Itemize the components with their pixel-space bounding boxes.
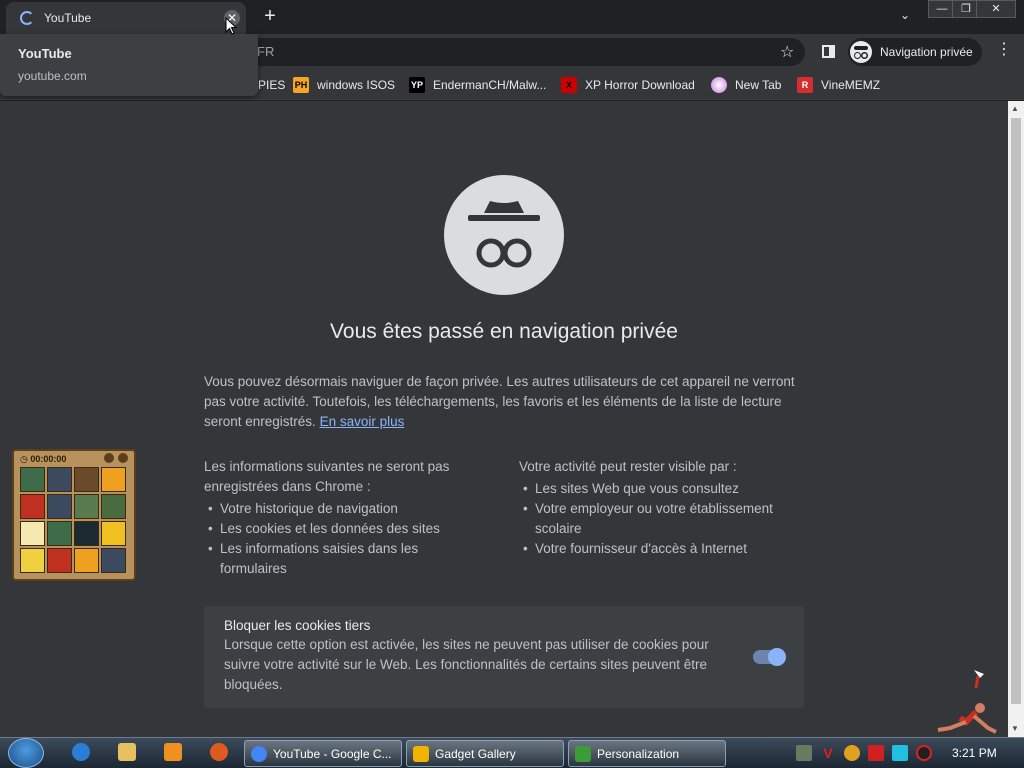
list-item: Les cookies et les données des sites [204, 519, 479, 539]
list-item: Les informations saisies dans les formul… [204, 539, 479, 579]
scroll-up-arrow-icon[interactable]: ▲ [1011, 104, 1019, 113]
page-title: Vous êtes passé en navigation privée [330, 320, 678, 343]
puzzle-tile[interactable] [101, 521, 126, 546]
puzzle-tile[interactable] [20, 521, 45, 546]
puzzle-tile[interactable] [20, 548, 45, 573]
shuffle-icon[interactable] [118, 453, 128, 463]
list-item: Les sites Web que vous consultez [519, 479, 794, 499]
puzzle-tile[interactable] [74, 467, 99, 492]
puzzle-tile[interactable] [47, 494, 72, 519]
incognito-label: Navigation privée [880, 45, 973, 59]
cookie-block-title: Bloquer les cookies tiers [224, 618, 371, 633]
window-close-button[interactable]: ✕ [976, 0, 1016, 18]
tray-app-icon[interactable] [796, 745, 812, 761]
taskbar-clock[interactable]: 3:21 PM [952, 746, 997, 760]
personalization-icon [575, 745, 591, 762]
puzzle-tile[interactable] [47, 467, 72, 492]
yp-icon: YP [409, 77, 425, 93]
tray-network-icon[interactable] [892, 745, 908, 761]
visible-to-title: Votre activité peut rester visible par : [519, 459, 737, 474]
internet-explorer-icon[interactable] [72, 743, 90, 761]
scrollbar-thumb[interactable] [1011, 118, 1021, 704]
address-bar[interactable]: FR [245, 38, 805, 66]
hover-card-title: YouTube [18, 46, 72, 61]
learn-more-link[interactable]: En savoir plus [320, 414, 405, 429]
taskbar-button-personalization[interactable]: Personalization [568, 740, 726, 767]
bookmark-item[interactable]: New Tab [711, 76, 781, 94]
animated-runner-figure [937, 670, 997, 734]
mouse-cursor-icon [225, 17, 237, 35]
taskbar-button-chrome[interactable]: YouTube - Google C... [244, 740, 402, 767]
tab-title: YouTube [44, 11, 92, 25]
loading-spinner-icon [20, 11, 34, 25]
ph-icon: PH [293, 77, 309, 93]
tab-search-chevron-icon[interactable]: ⌄ [896, 8, 914, 26]
start-button[interactable] [8, 738, 44, 768]
hover-card-url: youtube.com [18, 69, 87, 83]
list-item: Votre fournisseur d'accès à Internet [519, 539, 794, 559]
puzzle-tile[interactable] [47, 521, 72, 546]
tab-hover-card: YouTube youtube.com [0, 34, 258, 96]
cookie-toggle-switch[interactable] [768, 648, 786, 666]
new-tab-button[interactable]: + [260, 6, 280, 26]
tray-v-icon[interactable]: V [820, 745, 836, 761]
list-item: Votre historique de navigation [204, 499, 479, 519]
not-saved-section: Les informations suivantes ne seront pas… [204, 457, 479, 579]
x-icon: X [561, 77, 577, 93]
cookie-block-card: Bloquer les cookies tiers Lorsque cette … [204, 606, 804, 708]
media-player-icon[interactable] [164, 743, 182, 761]
paint-icon[interactable] [210, 743, 228, 761]
picture-puzzle-gadget[interactable]: ◷ 00:00:00 [12, 449, 136, 581]
puzzle-tile[interactable] [20, 494, 45, 519]
taskbar-button-gadget-gallery[interactable]: Gadget Gallery [406, 740, 564, 767]
gadget-icon [413, 745, 429, 762]
puzzle-tile[interactable] [74, 521, 99, 546]
puzzle-tile[interactable] [20, 467, 45, 492]
tray-volume-icon[interactable] [916, 745, 932, 761]
file-explorer-icon[interactable] [118, 743, 136, 761]
chrome-icon [251, 745, 267, 762]
r-icon: R [797, 77, 813, 93]
intro-paragraph: Vous pouvez désormais naviguer de façon … [204, 374, 795, 429]
cookie-block-description: Lorsque cette option est activée, les si… [224, 637, 709, 692]
puzzle-tile[interactable] [47, 548, 72, 573]
tray-flag-icon[interactable] [868, 745, 884, 761]
address-bar-text: FR [257, 44, 275, 59]
menu-kebab-icon[interactable]: ⋮ [996, 42, 1012, 58]
side-panel-icon[interactable] [822, 45, 835, 58]
puzzle-tile[interactable] [74, 548, 99, 573]
incognito-avatar-icon [850, 41, 872, 63]
tab-youtube[interactable]: YouTube ✕ [6, 2, 246, 34]
tray-search-icon[interactable] [844, 745, 860, 761]
bookmark-item[interactable]: R VineMEMZ [797, 76, 880, 94]
incognito-profile-button[interactable]: Navigation privée [848, 38, 982, 66]
help-icon[interactable] [104, 453, 114, 463]
list-item: Votre employeur ou votre établissement s… [519, 499, 794, 539]
puzzle-timer: ◷ 00:00:00 [20, 454, 67, 464]
scroll-down-arrow-icon[interactable]: ▼ [1011, 724, 1019, 733]
bookmark-item[interactable]: YP EndermanCH/Malw... [409, 76, 546, 94]
bookmark-item[interactable]: PH windows ISOS [293, 76, 395, 94]
bookmark-star-icon[interactable]: ☆ [780, 42, 794, 62]
bookmark-item[interactable]: X XP Horror Download [561, 76, 695, 94]
puzzle-tile[interactable] [101, 548, 126, 573]
bookmark-item[interactable]: PIES [258, 76, 285, 94]
puzzle-tile[interactable] [74, 494, 99, 519]
visible-to-section: Votre activité peut rester visible par :… [519, 457, 794, 559]
incognito-icon [444, 175, 564, 295]
not-saved-title: Les informations suivantes ne seront pas… [204, 459, 450, 494]
globe-icon [711, 77, 727, 93]
puzzle-tile[interactable] [101, 467, 126, 492]
puzzle-tile[interactable] [101, 494, 126, 519]
